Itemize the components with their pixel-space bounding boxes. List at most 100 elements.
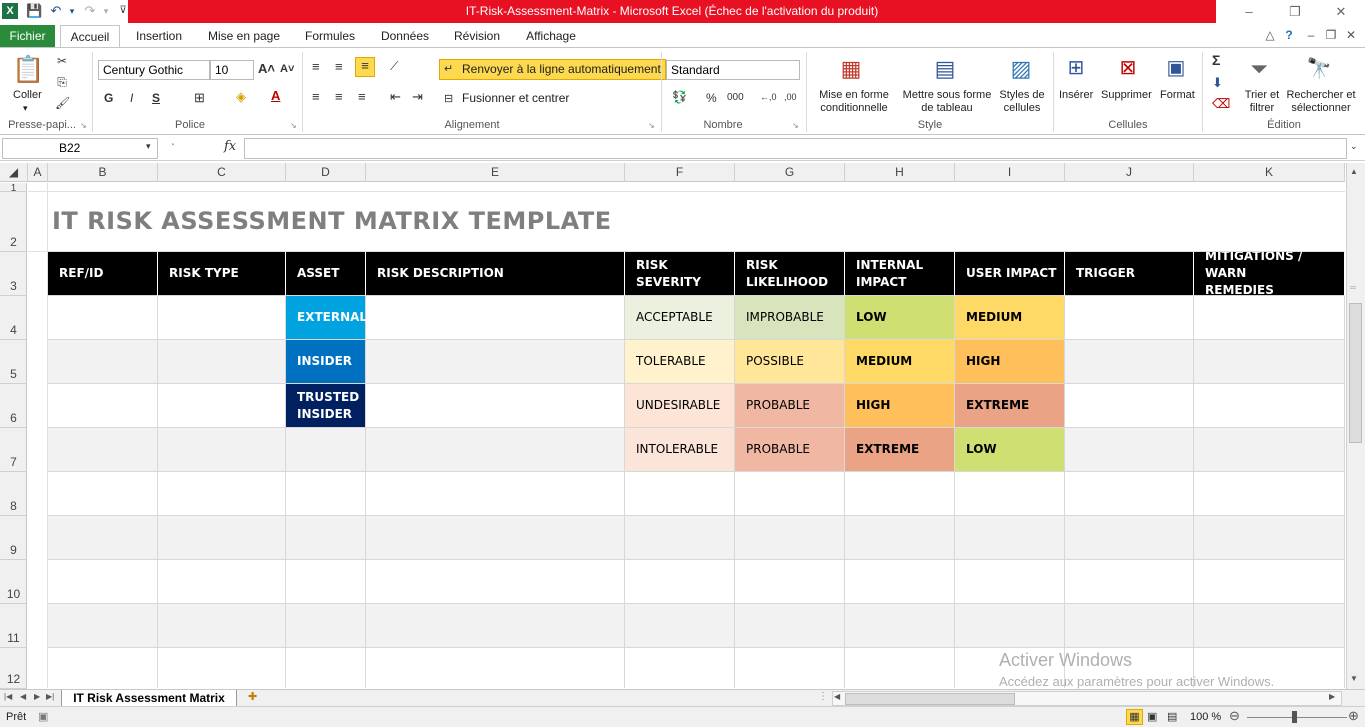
empty-cell[interactable] xyxy=(625,604,735,648)
internal-impact-cell[interactable]: MEDIUM xyxy=(845,340,955,384)
insert-function-button[interactable]: fx xyxy=(224,139,236,154)
bold-button[interactable]: G xyxy=(104,91,113,105)
wrap-text-button[interactable]: Renvoyer à la ligne automatiquement xyxy=(439,59,666,80)
fill-icon[interactable]: ⬇ xyxy=(1212,75,1223,91)
empty-cell[interactable] xyxy=(1065,604,1194,648)
percent-button[interactable]: % xyxy=(706,91,717,105)
tab-split-handle-icon[interactable]: ⋮ xyxy=(818,691,828,702)
redo-dropdown-icon[interactable]: ▾ xyxy=(98,3,114,19)
cell-k4[interactable] xyxy=(1194,296,1345,340)
internal-impact-cell[interactable]: LOW xyxy=(845,296,955,340)
empty-cell[interactable] xyxy=(955,560,1065,604)
conditional-format-icon[interactable]: ▦ xyxy=(836,54,866,84)
clipboard-launcher-icon[interactable]: ↘ xyxy=(80,121,87,130)
empty-cell[interactable] xyxy=(735,648,845,688)
cell-e7[interactable] xyxy=(366,428,625,472)
empty-cell[interactable] xyxy=(286,648,366,688)
font-size-select[interactable]: 10 xyxy=(210,60,254,80)
empty-cell[interactable] xyxy=(735,560,845,604)
restore-button[interactable]: ❐ xyxy=(1272,0,1318,24)
asset-insider[interactable]: INSIDER xyxy=(286,340,366,384)
cell-b7[interactable] xyxy=(48,428,158,472)
format-painter-icon[interactable]: 🖌 xyxy=(55,96,70,110)
tab-review[interactable]: Révision xyxy=(446,25,508,47)
autosum-icon[interactable]: Σ xyxy=(1212,52,1220,68)
save-icon[interactable]: 💾 xyxy=(26,3,42,19)
zoom-slider-track[interactable] xyxy=(1247,717,1347,718)
empty-cell[interactable] xyxy=(286,516,366,560)
empty-cell[interactable] xyxy=(1194,648,1345,688)
tab-file[interactable]: Fichier xyxy=(0,25,55,47)
vertical-scrollbar[interactable]: ▲ ═ ▼ xyxy=(1346,163,1365,689)
cell-b6[interactable] xyxy=(48,384,158,428)
severity-cell[interactable]: INTOLERABLE xyxy=(625,428,735,472)
align-left-icon[interactable]: ≡ xyxy=(312,89,320,104)
next-sheet-icon[interactable]: ▶ xyxy=(34,692,40,701)
empty-cell[interactable] xyxy=(1194,472,1345,516)
paste-button[interactable]: Coller xyxy=(13,89,42,102)
format-as-table-icon[interactable]: ▤ xyxy=(930,54,960,84)
empty-cell[interactable] xyxy=(48,560,158,604)
column-header-i[interactable]: I xyxy=(955,163,1065,182)
tab-home[interactable]: Accueil xyxy=(60,25,120,48)
fill-color-icon[interactable]: ◈ xyxy=(236,89,246,105)
row-header-2[interactable]: 2 xyxy=(0,192,27,252)
likelihood-cell[interactable]: POSSIBLE xyxy=(735,340,845,384)
tab-page-layout[interactable]: Mise en page xyxy=(200,25,288,47)
cell-j5[interactable] xyxy=(1065,340,1194,384)
help-icon[interactable]: ? xyxy=(1281,27,1297,43)
format-cells-icon[interactable]: ▣ xyxy=(1162,54,1190,82)
scroll-up-icon[interactable]: ▲ xyxy=(1350,167,1358,176)
increase-font-icon[interactable]: A˄ xyxy=(258,61,275,76)
scroll-left-icon[interactable]: ◀ xyxy=(834,692,840,701)
align-right-icon[interactable]: ≡ xyxy=(358,89,366,104)
empty-cell[interactable] xyxy=(845,648,955,688)
empty-cell[interactable] xyxy=(158,472,286,516)
column-header-j[interactable]: J xyxy=(1065,163,1194,182)
close-button[interactable]: ✕ xyxy=(1318,0,1364,24)
underline-button[interactable]: S xyxy=(152,91,160,105)
empty-cell[interactable] xyxy=(1194,516,1345,560)
user-impact-cell[interactable]: HIGH xyxy=(955,340,1065,384)
align-top-icon[interactable]: ≡ xyxy=(312,59,320,74)
row-header-9[interactable]: 9 xyxy=(0,516,27,560)
empty-cell[interactable] xyxy=(48,516,158,560)
empty-cell[interactable] xyxy=(366,472,625,516)
empty-cell[interactable] xyxy=(845,516,955,560)
empty-cell[interactable] xyxy=(625,560,735,604)
delete-button[interactable]: Supprimer xyxy=(1101,89,1152,102)
user-impact-cell[interactable]: MEDIUM xyxy=(955,296,1065,340)
find-select-icon[interactable]: 🔭 xyxy=(1304,54,1334,84)
minimize-button[interactable]: – xyxy=(1226,0,1272,24)
ribbon-collapse-icon[interactable]: △ xyxy=(1262,27,1278,43)
format-button[interactable]: Format xyxy=(1160,89,1195,102)
split-handle-icon[interactable]: ═ xyxy=(1350,283,1356,292)
empty-cell[interactable] xyxy=(366,604,625,648)
cell-j7[interactable] xyxy=(1065,428,1194,472)
cell-styles-icon[interactable]: ▨ xyxy=(1006,54,1036,84)
column-header-d[interactable]: D xyxy=(286,163,366,182)
undo-icon[interactable]: ↶ xyxy=(48,3,64,19)
delete-cells-icon[interactable]: ⊠ xyxy=(1114,54,1142,82)
cell-b5[interactable] xyxy=(48,340,158,384)
row-header-6[interactable]: 6 xyxy=(0,384,27,428)
decrease-indent-icon[interactable]: ⇤ xyxy=(390,89,401,105)
cell-e6[interactable] xyxy=(366,384,625,428)
empty-cell[interactable] xyxy=(48,604,158,648)
column-header-f[interactable]: F xyxy=(625,163,735,182)
cell-j4[interactable] xyxy=(1065,296,1194,340)
horizontal-scroll-thumb[interactable] xyxy=(845,693,1015,705)
tab-formulas[interactable]: Formules xyxy=(298,25,362,47)
name-box[interactable]: B22 xyxy=(2,138,158,159)
sheet-tab-active[interactable]: IT Risk Assessment Matrix xyxy=(61,690,237,707)
conditional-format-button[interactable]: Mise en forme conditionnelle xyxy=(812,89,896,115)
cell-k7[interactable] xyxy=(1194,428,1345,472)
macro-record-icon[interactable]: ▣ xyxy=(38,710,48,723)
empty-cell[interactable] xyxy=(845,560,955,604)
page-layout-view-icon[interactable]: ▣ xyxy=(1147,710,1157,723)
empty-cell[interactable] xyxy=(366,516,625,560)
currency-icon[interactable]: 💱 xyxy=(672,90,687,104)
align-middle-icon[interactable]: ≡ xyxy=(335,59,343,74)
copy-icon[interactable]: ⎘ xyxy=(55,75,69,90)
workbook-minimize-icon[interactable]: – xyxy=(1303,27,1319,43)
